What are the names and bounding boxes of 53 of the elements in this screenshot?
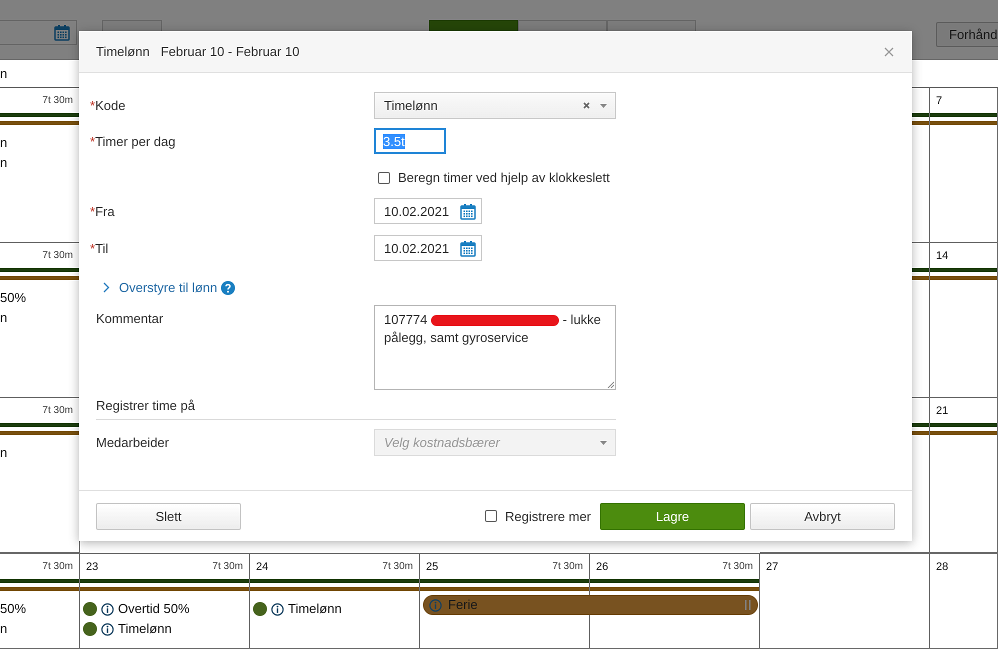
hours-label: 7t 30m	[42, 561, 73, 574]
hours-label: 7t 30m	[42, 250, 73, 263]
field-label: Til	[95, 240, 108, 256]
cancel-button[interactable]: Avbryt	[750, 502, 895, 530]
weekday-label: n	[0, 66, 8, 81]
day-number: 23	[86, 561, 98, 575]
event-label: n	[0, 155, 8, 171]
field-label: Fra	[95, 204, 115, 218]
field-label: Timer per dag	[95, 134, 176, 148]
day-number: 28	[936, 561, 948, 575]
event-label: Ferie	[448, 597, 478, 613]
event-label[interactable]: Timelønn	[288, 601, 342, 617]
day-number: 21	[936, 405, 948, 419]
day-number: 27	[766, 561, 778, 575]
event-label: n	[0, 310, 8, 326]
select-field[interactable]: Timelønn	[374, 92, 616, 119]
hours-label: 7t 30m	[42, 95, 73, 108]
hours-label: 7t 30m	[722, 561, 753, 574]
date-field[interactable]: 10.02.2021	[374, 235, 482, 261]
field-label: Kode	[95, 98, 126, 113]
day-number: 14	[936, 250, 948, 264]
hours-label: 7t 30m	[552, 561, 583, 574]
required-mark: *	[90, 240, 96, 256]
date-field[interactable]: 10.02.2021	[374, 198, 482, 224]
event-label: n	[0, 135, 8, 151]
field-label: Medarbeider	[96, 435, 169, 450]
checkbox-label[interactable]: Beregn timer ved hjelp av klokkeslett	[398, 170, 610, 185]
field-label: Kommentar	[96, 311, 164, 326]
dialog-title: Timelønn	[96, 44, 150, 59]
required-mark: *	[90, 204, 96, 218]
required-mark: *	[90, 98, 96, 113]
hours-label: 7t 30m	[212, 561, 243, 574]
event-label[interactable]: Overtid 50%	[118, 601, 190, 617]
expander-link[interactable]: Overstyre til lønn	[119, 280, 218, 295]
event-label: n	[0, 445, 8, 461]
date-range: Februar 10 - Februar 10	[160, 44, 300, 59]
delete-button[interactable]: Slett	[96, 502, 241, 530]
comment-field[interactable]: 107774 - lukke pålegg, samt gyroservice	[374, 305, 616, 390]
hours-label: 7t 30m	[382, 561, 413, 574]
advanced-button[interactable]: Forhånd	[936, 22, 998, 47]
event-label[interactable]: Timelønn	[118, 621, 172, 637]
day-number: 25	[426, 561, 438, 575]
event-label: 50%	[0, 290, 28, 306]
checkbox-label[interactable]: Registrere mer	[505, 508, 591, 524]
day-number: 24	[256, 561, 268, 575]
save-button[interactable]: Lagre	[600, 502, 745, 530]
event-label: 50%	[0, 601, 28, 617]
hours-label: 7t 30m	[42, 405, 73, 418]
event-label: n	[0, 621, 8, 637]
required-mark: *	[90, 134, 96, 148]
section-label: Registrer time på	[96, 398, 196, 413]
day-number: 7	[936, 95, 942, 109]
day-number: 26	[596, 561, 608, 575]
